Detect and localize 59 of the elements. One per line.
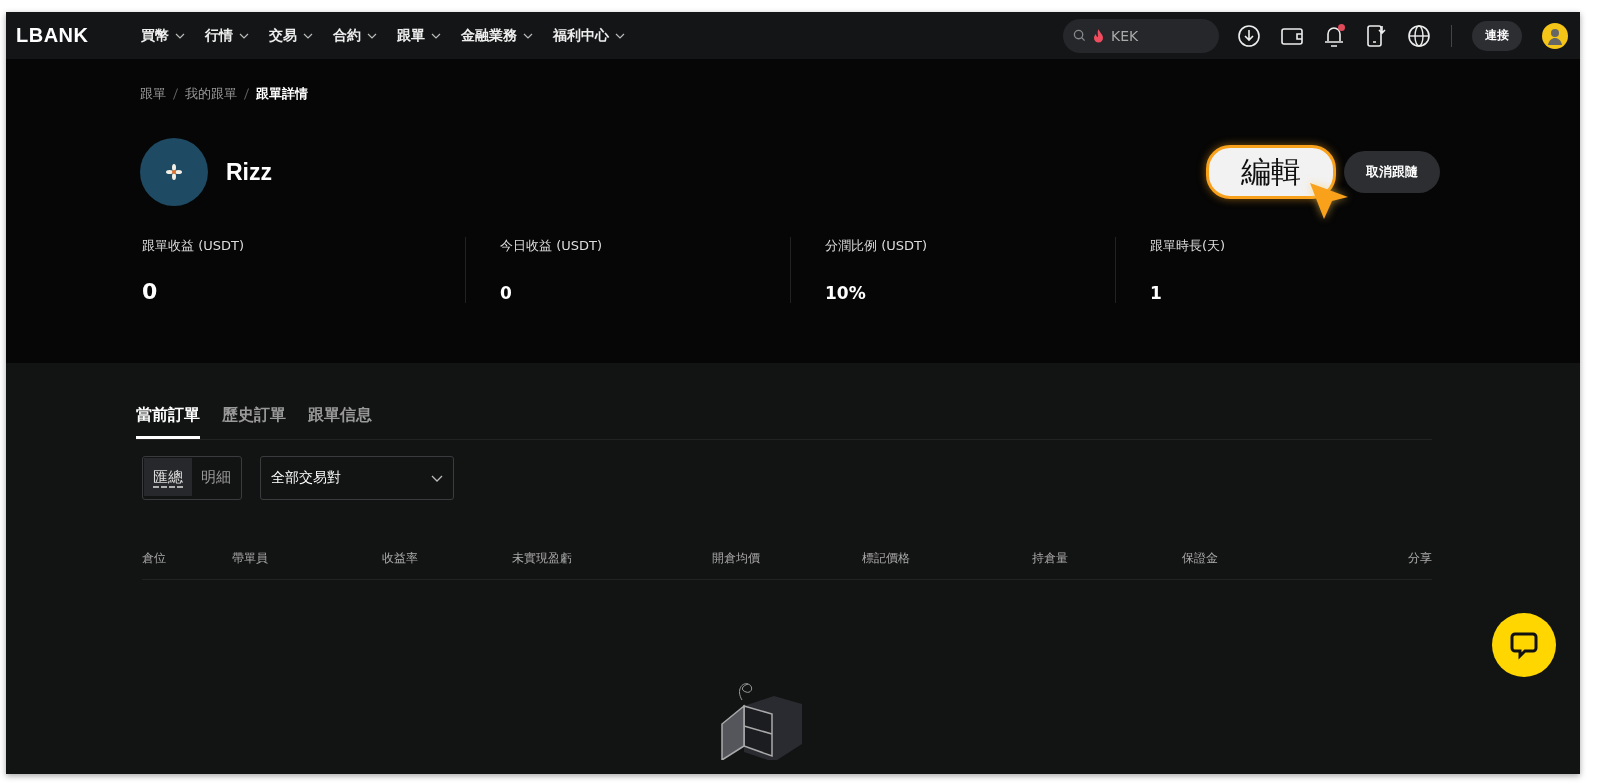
logo[interactable]: LBANK bbox=[16, 24, 89, 47]
search-field[interactable]: KEK bbox=[1063, 18, 1219, 53]
phone-download-icon[interactable] bbox=[1365, 23, 1387, 48]
column-header: 收益率 bbox=[382, 550, 419, 567]
tab[interactable]: 歷史訂單 bbox=[222, 397, 286, 439]
tab[interactable]: 跟單信息 bbox=[308, 397, 372, 439]
nav-menu-item[interactable]: 合約 bbox=[330, 22, 379, 49]
column-header: 開倉均價 bbox=[712, 550, 761, 567]
current-page-label: 跟單詳情 bbox=[256, 85, 308, 103]
nav-menu-item[interactable]: 跟單 bbox=[394, 22, 443, 49]
pointer-arrow-icon bbox=[1308, 181, 1350, 221]
edit-callout-button[interactable]: 編輯 bbox=[1206, 145, 1336, 199]
chevron-down-icon bbox=[238, 32, 249, 39]
view-toggle-option[interactable]: 匯總 bbox=[144, 458, 192, 496]
stat-value: 1 bbox=[1150, 283, 1163, 303]
stat-label: 分潤比例 (USDT) bbox=[825, 237, 928, 255]
nav-menu-item[interactable]: 買幣 bbox=[138, 22, 187, 49]
chevron-down-icon bbox=[431, 474, 443, 482]
chevron-down-icon bbox=[522, 32, 533, 39]
column-header: 帶單員 bbox=[232, 550, 269, 567]
download-icon[interactable] bbox=[1237, 23, 1261, 48]
stat-label: 跟單時長(天) bbox=[1150, 237, 1227, 255]
breadcrumb-link[interactable]: 我的跟單 bbox=[185, 85, 237, 103]
column-header: 標記價格 bbox=[862, 550, 911, 567]
search-icon bbox=[1073, 29, 1086, 42]
view-toggle-option[interactable]: 明細 bbox=[192, 458, 240, 496]
stat-value: 0 bbox=[500, 283, 513, 303]
chevron-down-icon bbox=[366, 32, 377, 39]
breadcrumb-separator-icon bbox=[244, 88, 249, 100]
chevron-down-icon bbox=[430, 32, 441, 39]
chevron-down-icon bbox=[302, 32, 313, 39]
wallet-icon[interactable] bbox=[1281, 25, 1303, 46]
fire-icon bbox=[1093, 28, 1104, 43]
stat-value: 10% bbox=[825, 283, 867, 303]
chevron-down-icon bbox=[614, 32, 625, 39]
column-header: 保證金 bbox=[1182, 550, 1219, 567]
globe-icon[interactable] bbox=[1407, 23, 1431, 48]
pair-dropdown[interactable]: 全部交易對 bbox=[260, 456, 454, 500]
tab[interactable]: 當前訂單 bbox=[136, 397, 200, 439]
stat-label: 今日收益 (USDT) bbox=[500, 237, 603, 255]
stat-value: 0 bbox=[142, 279, 159, 304]
nav-menu-item[interactable]: 福利中心 bbox=[550, 22, 627, 49]
chevron-down-icon bbox=[174, 32, 185, 39]
nav-menu-item[interactable]: 行情 bbox=[202, 22, 251, 49]
column-header: 分享 bbox=[1407, 550, 1432, 567]
search-input[interactable]: KEK bbox=[1111, 27, 1191, 44]
connect-button[interactable]: 連接 bbox=[1472, 20, 1522, 51]
column-header: 持倉量 bbox=[1032, 550, 1069, 567]
column-header: 倉位 bbox=[142, 550, 167, 567]
unfollow-button[interactable]: 取消跟隨 bbox=[1344, 151, 1440, 193]
chat-bubble-icon bbox=[1509, 630, 1539, 660]
breadcrumb-separator-icon bbox=[173, 88, 178, 100]
avatar-icon[interactable] bbox=[1542, 22, 1568, 49]
nav-menu-item[interactable]: 金融業務 bbox=[458, 22, 535, 49]
breadcrumb-link[interactable]: 跟單 bbox=[140, 85, 166, 103]
stat-label: 跟單收益 (USDT) bbox=[142, 237, 245, 255]
column-header: 未實現盈虧 bbox=[512, 550, 573, 567]
nav-menu-item[interactable]: 交易 bbox=[266, 22, 315, 49]
trader-name: Rizz bbox=[226, 158, 272, 186]
